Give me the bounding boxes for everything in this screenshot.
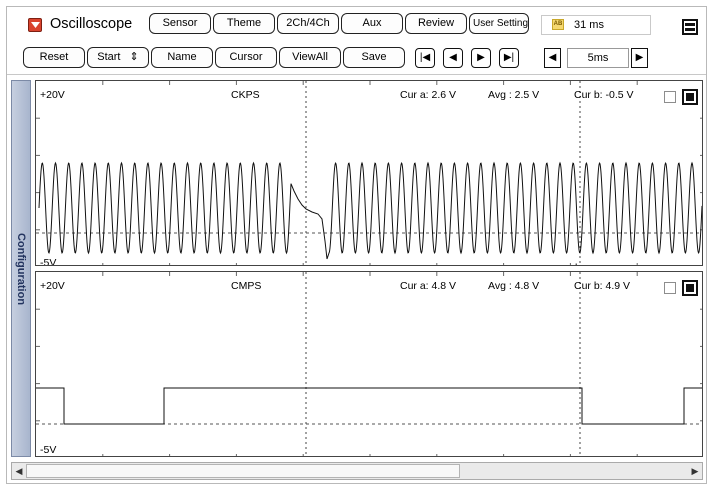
measurement-hint: AB 31 ms (541, 15, 651, 35)
channel-panel-cmps[interactable]: +20V CMPS Cur a: 4.8 V Avg : 4.8 V Cur b… (35, 271, 703, 457)
view-all-button[interactable]: ViewAll (279, 47, 341, 68)
ckps-vmax: +20V (40, 89, 65, 101)
cmps-maximize-button[interactable] (682, 280, 698, 296)
horizontal-scrollbar[interactable]: ◀ ▶ (11, 462, 703, 480)
ckps-overlay-checkbox[interactable] (664, 91, 676, 103)
ckps-vmin: -5V (40, 257, 57, 266)
time-decrease-button[interactable]: ◀ (544, 48, 561, 68)
app-title: Oscilloscope (50, 16, 133, 32)
cmps-graph (36, 272, 702, 456)
toolbar-divider (7, 74, 706, 75)
channel-panel-ckps[interactable]: +20V CKPS Cur a: 2.6 V Avg : 2.5 V Cur b… (35, 80, 703, 266)
scope-display: +20V CKPS Cur a: 2.6 V Avg : 2.5 V Cur b… (35, 80, 703, 457)
sensor-button[interactable]: Sensor (149, 13, 211, 34)
start-label: Start (97, 51, 121, 63)
configuration-tab[interactable]: Configuration (11, 80, 31, 457)
cmps-cur-a: Cur a: 4.8 V (400, 280, 457, 292)
aux-button[interactable]: Aux (341, 13, 403, 34)
control-toolbar: Reset Start ⇕ Name Cursor ViewAll Save |… (7, 43, 706, 73)
first-frame-button[interactable]: |◀ (415, 48, 435, 68)
oscilloscope-window: Oscilloscope Sensor Theme 2Ch/4Ch Aux Re… (6, 6, 707, 484)
scroll-thumb[interactable] (26, 464, 460, 478)
previous-frame-button[interactable]: ◀ (443, 48, 463, 68)
ckps-cur-b: Cur b: -0.5 V (574, 89, 634, 101)
spinner-icon: ⇕ (129, 51, 139, 63)
review-button[interactable]: Review (405, 13, 467, 34)
configuration-label: Configuration (15, 232, 27, 305)
cmps-avg: Avg : 4.8 V (488, 280, 540, 292)
start-button[interactable]: Start ⇕ (87, 47, 149, 68)
cmps-overlay-checkbox[interactable] (664, 282, 676, 294)
top-menu-bar: Oscilloscope Sensor Theme 2Ch/4Ch Aux Re… (7, 9, 706, 39)
cursor-delta-icon: AB (552, 19, 564, 30)
ckps-cur-a: Cur a: 2.6 V (400, 89, 457, 101)
cmps-trace (36, 387, 702, 425)
theme-button[interactable]: Theme (213, 13, 275, 34)
time-increase-button[interactable]: ▶ (631, 48, 648, 68)
ckps-maximize-button[interactable] (682, 89, 698, 105)
name-button[interactable]: Name (151, 47, 213, 68)
ckps-avg: Avg : 2.5 V (488, 89, 540, 101)
cursor-b-marker: b (575, 262, 581, 265)
scroll-left-icon[interactable]: ◀ (12, 463, 26, 479)
cmps-cur-b: Cur b: 4.9 V (574, 280, 631, 292)
cursor-a-marker: a (301, 262, 307, 265)
cmps-vmax: +20V (40, 280, 65, 292)
window-layout-icon[interactable] (682, 19, 698, 35)
cursor-button[interactable]: Cursor (215, 47, 277, 68)
channel-mode-button[interactable]: 2Ch/4Ch (277, 13, 339, 34)
time-per-div-field[interactable]: 5ms (567, 48, 629, 68)
app-menu-icon[interactable] (28, 18, 42, 32)
ckps-trace (38, 161, 702, 260)
user-setting-button[interactable]: User Setting (469, 13, 529, 34)
cmps-channel-name: CMPS (231, 280, 262, 292)
ckps-channel-name: CKPS (231, 89, 260, 101)
cursor-delta-value: 31 ms (574, 19, 604, 31)
reset-button[interactable]: Reset (23, 47, 85, 68)
last-frame-button[interactable]: ▶| (499, 48, 519, 68)
cmps-vmin: -5V (40, 444, 57, 456)
save-button[interactable]: Save (343, 47, 405, 68)
ckps-graph (36, 81, 702, 265)
next-frame-button[interactable]: ▶ (471, 48, 491, 68)
scroll-right-icon[interactable]: ▶ (688, 463, 702, 479)
cmps-grid (36, 272, 702, 456)
